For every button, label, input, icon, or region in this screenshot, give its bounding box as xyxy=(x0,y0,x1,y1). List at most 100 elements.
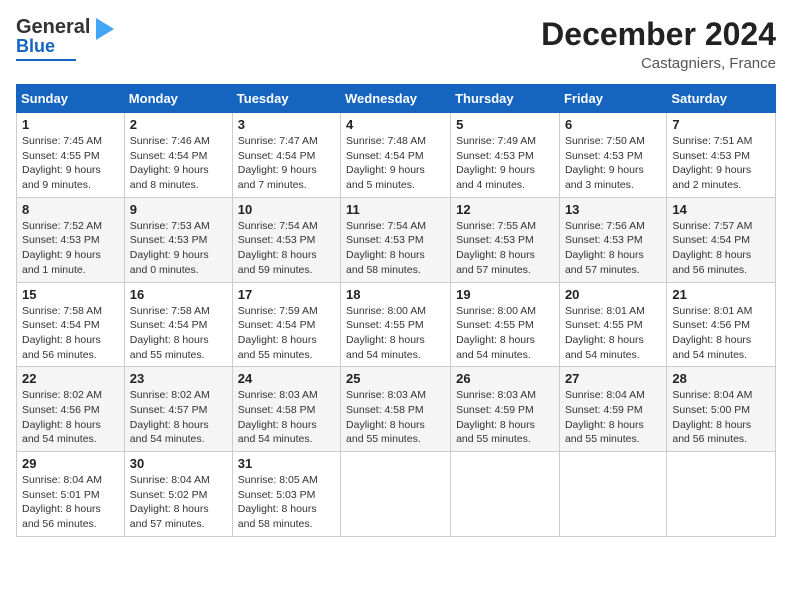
day-info: Sunrise: 8:01 AMSunset: 4:56 PMDaylight:… xyxy=(672,305,752,361)
day-info: Sunrise: 7:54 AMSunset: 4:53 PMDaylight:… xyxy=(238,220,318,276)
day-number: 28 xyxy=(672,371,770,386)
day-info: Sunrise: 7:48 AMSunset: 4:54 PMDaylight:… xyxy=(346,135,426,191)
day-number: 21 xyxy=(672,287,770,302)
day-number: 3 xyxy=(238,117,335,132)
day-info: Sunrise: 7:47 AMSunset: 4:54 PMDaylight:… xyxy=(238,135,318,191)
calendar-cell-day-26: 26 Sunrise: 8:03 AMSunset: 4:59 PMDaylig… xyxy=(451,367,560,452)
calendar-cell-day-2: 2 Sunrise: 7:46 AMSunset: 4:54 PMDayligh… xyxy=(124,113,232,198)
empty-cell xyxy=(667,452,776,537)
day-number: 9 xyxy=(130,202,227,217)
calendar-cell-day-29: 29 Sunrise: 8:04 AMSunset: 5:01 PMDaylig… xyxy=(17,452,125,537)
day-info: Sunrise: 8:03 AMSunset: 4:58 PMDaylight:… xyxy=(346,389,426,445)
day-number: 16 xyxy=(130,287,227,302)
location: Castagniers, France xyxy=(541,55,776,72)
day-number: 5 xyxy=(456,117,554,132)
calendar-cell-day-10: 10 Sunrise: 7:54 AMSunset: 4:53 PMDaylig… xyxy=(232,197,340,282)
day-number: 4 xyxy=(346,117,445,132)
day-number: 20 xyxy=(565,287,661,302)
calendar-cell-day-14: 14 Sunrise: 7:57 AMSunset: 4:54 PMDaylig… xyxy=(667,197,776,282)
calendar-row: 1 Sunrise: 7:45 AMSunset: 4:55 PMDayligh… xyxy=(17,113,776,198)
day-number: 18 xyxy=(346,287,445,302)
title-block: December 2024 Castagniers, France xyxy=(541,16,776,72)
day-info: Sunrise: 7:52 AMSunset: 4:53 PMDaylight:… xyxy=(22,220,102,276)
day-number: 6 xyxy=(565,117,661,132)
day-info: Sunrise: 7:57 AMSunset: 4:54 PMDaylight:… xyxy=(672,220,752,276)
calendar-cell-day-5: 5 Sunrise: 7:49 AMSunset: 4:53 PMDayligh… xyxy=(451,113,560,198)
calendar-cell-day-3: 3 Sunrise: 7:47 AMSunset: 4:54 PMDayligh… xyxy=(232,113,340,198)
day-info: Sunrise: 7:45 AMSunset: 4:55 PMDaylight:… xyxy=(22,135,102,191)
day-number: 13 xyxy=(565,202,661,217)
calendar-row: 8 Sunrise: 7:52 AMSunset: 4:53 PMDayligh… xyxy=(17,197,776,282)
empty-cell xyxy=(451,452,560,537)
calendar-cell-day-9: 9 Sunrise: 7:53 AMSunset: 4:53 PMDayligh… xyxy=(124,197,232,282)
calendar-row: 22 Sunrise: 8:02 AMSunset: 4:56 PMDaylig… xyxy=(17,367,776,452)
day-info: Sunrise: 8:04 AMSunset: 5:00 PMDaylight:… xyxy=(672,389,752,445)
day-info: Sunrise: 7:46 AMSunset: 4:54 PMDaylight:… xyxy=(130,135,210,191)
calendar-cell-day-11: 11 Sunrise: 7:54 AMSunset: 4:53 PMDaylig… xyxy=(341,197,451,282)
col-sunday: Sunday xyxy=(17,85,125,113)
calendar-cell-day-22: 22 Sunrise: 8:02 AMSunset: 4:56 PMDaylig… xyxy=(17,367,125,452)
empty-cell xyxy=(559,452,666,537)
calendar-cell-day-20: 20 Sunrise: 8:01 AMSunset: 4:55 PMDaylig… xyxy=(559,282,666,367)
calendar-cell-day-28: 28 Sunrise: 8:04 AMSunset: 5:00 PMDaylig… xyxy=(667,367,776,452)
col-wednesday: Wednesday xyxy=(341,85,451,113)
day-number: 27 xyxy=(565,371,661,386)
day-info: Sunrise: 7:54 AMSunset: 4:53 PMDaylight:… xyxy=(346,220,426,276)
day-number: 26 xyxy=(456,371,554,386)
day-number: 7 xyxy=(672,117,770,132)
page-header: General Blue December 2024 Castagniers, … xyxy=(16,16,776,72)
col-friday: Friday xyxy=(559,85,666,113)
day-number: 23 xyxy=(130,371,227,386)
day-number: 25 xyxy=(346,371,445,386)
calendar-cell-day-17: 17 Sunrise: 7:59 AMSunset: 4:54 PMDaylig… xyxy=(232,282,340,367)
calendar-cell-day-12: 12 Sunrise: 7:55 AMSunset: 4:53 PMDaylig… xyxy=(451,197,560,282)
day-number: 8 xyxy=(22,202,119,217)
day-info: Sunrise: 8:03 AMSunset: 4:59 PMDaylight:… xyxy=(456,389,536,445)
logo: General Blue xyxy=(16,16,114,61)
month-title: December 2024 xyxy=(541,16,776,53)
day-info: Sunrise: 8:04 AMSunset: 5:01 PMDaylight:… xyxy=(22,474,102,530)
day-number: 11 xyxy=(346,202,445,217)
calendar-cell-day-4: 4 Sunrise: 7:48 AMSunset: 4:54 PMDayligh… xyxy=(341,113,451,198)
calendar-cell-day-13: 13 Sunrise: 7:56 AMSunset: 4:53 PMDaylig… xyxy=(559,197,666,282)
calendar-table: Sunday Monday Tuesday Wednesday Thursday… xyxy=(16,84,776,537)
day-number: 12 xyxy=(456,202,554,217)
day-number: 19 xyxy=(456,287,554,302)
calendar-cell-day-16: 16 Sunrise: 7:58 AMSunset: 4:54 PMDaylig… xyxy=(124,282,232,367)
calendar-cell-day-19: 19 Sunrise: 8:00 AMSunset: 4:55 PMDaylig… xyxy=(451,282,560,367)
day-info: Sunrise: 7:58 AMSunset: 4:54 PMDaylight:… xyxy=(130,305,210,361)
day-number: 30 xyxy=(130,456,227,471)
day-number: 17 xyxy=(238,287,335,302)
col-saturday: Saturday xyxy=(667,85,776,113)
day-info: Sunrise: 8:04 AMSunset: 5:02 PMDaylight:… xyxy=(130,474,210,530)
day-info: Sunrise: 8:00 AMSunset: 4:55 PMDaylight:… xyxy=(456,305,536,361)
day-info: Sunrise: 7:55 AMSunset: 4:53 PMDaylight:… xyxy=(456,220,536,276)
calendar-cell-day-27: 27 Sunrise: 8:04 AMSunset: 4:59 PMDaylig… xyxy=(559,367,666,452)
calendar-cell-day-15: 15 Sunrise: 7:58 AMSunset: 4:54 PMDaylig… xyxy=(17,282,125,367)
col-tuesday: Tuesday xyxy=(232,85,340,113)
day-number: 2 xyxy=(130,117,227,132)
calendar-cell-day-31: 31 Sunrise: 8:05 AMSunset: 5:03 PMDaylig… xyxy=(232,452,340,537)
calendar-cell-day-18: 18 Sunrise: 8:00 AMSunset: 4:55 PMDaylig… xyxy=(341,282,451,367)
calendar-row: 29 Sunrise: 8:04 AMSunset: 5:01 PMDaylig… xyxy=(17,452,776,537)
calendar-cell-day-23: 23 Sunrise: 8:02 AMSunset: 4:57 PMDaylig… xyxy=(124,367,232,452)
day-number: 1 xyxy=(22,117,119,132)
day-info: Sunrise: 7:49 AMSunset: 4:53 PMDaylight:… xyxy=(456,135,536,191)
col-monday: Monday xyxy=(124,85,232,113)
day-info: Sunrise: 7:51 AMSunset: 4:53 PMDaylight:… xyxy=(672,135,752,191)
day-info: Sunrise: 8:05 AMSunset: 5:03 PMDaylight:… xyxy=(238,474,318,530)
day-info: Sunrise: 7:50 AMSunset: 4:53 PMDaylight:… xyxy=(565,135,645,191)
day-number: 15 xyxy=(22,287,119,302)
day-info: Sunrise: 7:58 AMSunset: 4:54 PMDaylight:… xyxy=(22,305,102,361)
calendar-cell-day-7: 7 Sunrise: 7:51 AMSunset: 4:53 PMDayligh… xyxy=(667,113,776,198)
calendar-row: 15 Sunrise: 7:58 AMSunset: 4:54 PMDaylig… xyxy=(17,282,776,367)
day-number: 22 xyxy=(22,371,119,386)
day-number: 31 xyxy=(238,456,335,471)
calendar-cell-day-25: 25 Sunrise: 8:03 AMSunset: 4:58 PMDaylig… xyxy=(341,367,451,452)
day-number: 14 xyxy=(672,202,770,217)
calendar-cell-day-1: 1 Sunrise: 7:45 AMSunset: 4:55 PMDayligh… xyxy=(17,113,125,198)
day-info: Sunrise: 8:02 AMSunset: 4:57 PMDaylight:… xyxy=(130,389,210,445)
day-info: Sunrise: 8:04 AMSunset: 4:59 PMDaylight:… xyxy=(565,389,645,445)
day-info: Sunrise: 7:53 AMSunset: 4:53 PMDaylight:… xyxy=(130,220,210,276)
calendar-cell-day-8: 8 Sunrise: 7:52 AMSunset: 4:53 PMDayligh… xyxy=(17,197,125,282)
